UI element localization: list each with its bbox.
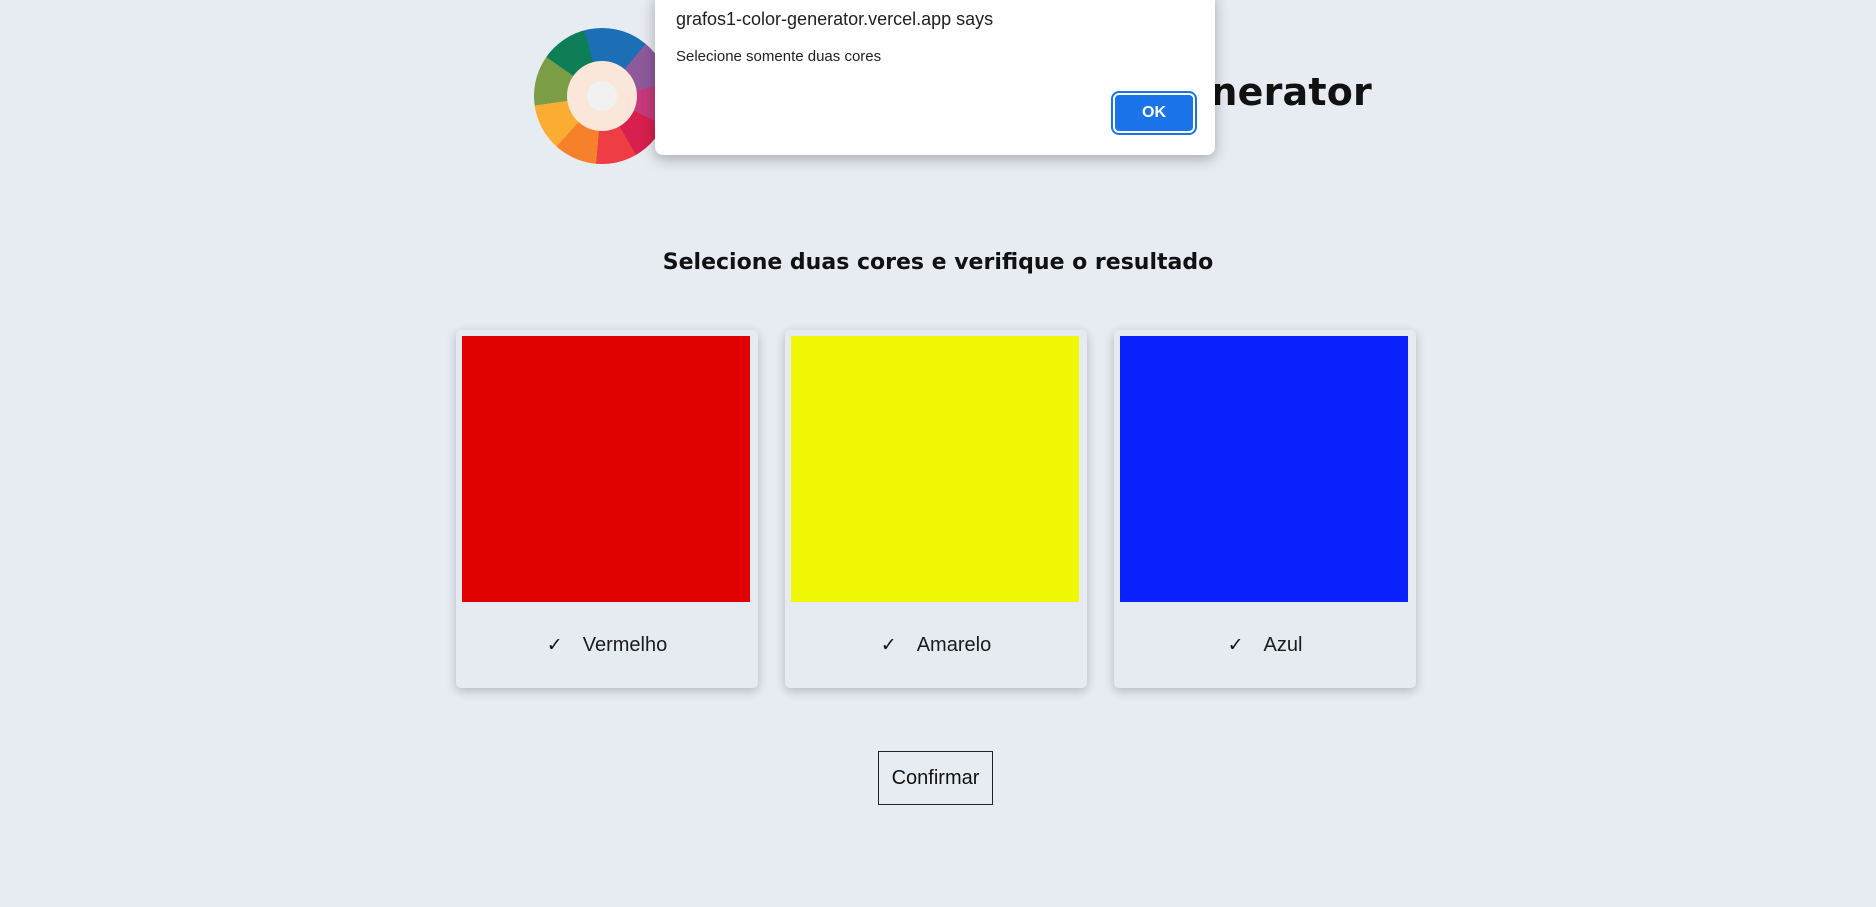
color-label: Azul [1263, 633, 1303, 656]
alert-dialog: grafos1-color-generator.vercel.app says … [655, 0, 1215, 155]
checkmark-icon[interactable]: ✓ [881, 634, 897, 656]
card-caption: ✓ Amarelo [785, 630, 1087, 660]
color-card-list: ✓ Vermelho ✓ Amarelo ✓ Azul [456, 330, 1416, 688]
checkmark-icon[interactable]: ✓ [547, 634, 563, 656]
color-swatch [1120, 336, 1408, 602]
confirm-button[interactable]: Confirmar [878, 751, 993, 805]
color-card-blue[interactable]: ✓ Azul [1114, 330, 1416, 688]
dialog-title: grafos1-color-generator.vercel.app says [676, 9, 994, 29]
color-card-yellow[interactable]: ✓ Amarelo [785, 330, 1087, 688]
dialog-ok-button[interactable]: OK [1115, 95, 1193, 131]
color-label: Amarelo [916, 633, 992, 656]
checkmark-icon[interactable]: ✓ [1228, 634, 1244, 656]
color-swatch [462, 336, 750, 602]
color-label: Vermelho [582, 633, 668, 656]
card-caption: ✓ Azul [1114, 630, 1416, 660]
page: Color Generator Selecione duas cores e v… [0, 0, 1876, 907]
page-subtitle: Selecione duas cores e verifique o resul… [662, 250, 1214, 275]
dialog-message: Selecione somente duas cores [676, 48, 882, 65]
color-card-red[interactable]: ✓ Vermelho [456, 330, 758, 688]
color-swatch [791, 336, 1079, 602]
card-caption: ✓ Vermelho [456, 630, 758, 660]
